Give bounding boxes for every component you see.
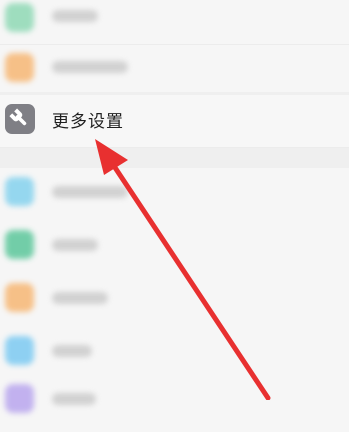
annotation-arrow [95, 139, 271, 400]
arrow-shaft [107, 157, 271, 400]
arrow-head [95, 139, 128, 175]
